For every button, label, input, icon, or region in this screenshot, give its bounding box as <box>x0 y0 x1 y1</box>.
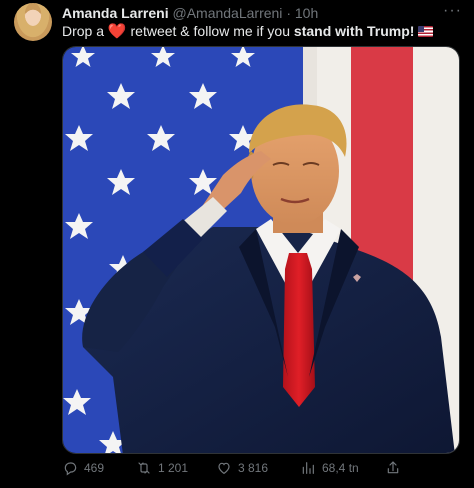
retweet-icon <box>138 462 150 474</box>
reply-count: 469 <box>84 461 105 475</box>
retweet-count: 1 201 <box>158 461 189 475</box>
views-button[interactable]: 68,4 tn <box>300 460 359 476</box>
author-handle[interactable]: @AmandaLarreni <box>172 5 282 21</box>
share-icon <box>387 461 399 474</box>
tweet[interactable]: Amanda Larreni @AmandaLarreni · 10h ··· … <box>0 0 474 488</box>
like-button[interactable]: 3 816 <box>216 460 268 476</box>
views-icon <box>302 462 314 474</box>
tweet-header: Amanda Larreni @AmandaLarreni · 10h <box>62 4 318 22</box>
tweet-text-bold: stand with Trump! <box>293 23 415 39</box>
like-count: 3 816 <box>238 461 269 475</box>
reply-button[interactable]: 469 <box>62 460 104 476</box>
us-flag-emoji <box>418 26 434 37</box>
tweet-actions: 469 1 201 3 816 68,4 tn <box>62 460 462 482</box>
avatar[interactable] <box>14 3 52 41</box>
author-name[interactable]: Amanda Larreni <box>62 5 169 21</box>
views-count: 68,4 tn <box>322 461 359 475</box>
separator-dot: · <box>286 5 291 21</box>
photo-saluting-man <box>63 47 459 453</box>
retweet-button[interactable]: 1 201 <box>136 460 188 476</box>
timestamp[interactable]: 10h <box>295 5 318 21</box>
more-options-icon[interactable]: ··· <box>443 2 462 20</box>
tweet-photo[interactable] <box>62 46 460 454</box>
reply-icon <box>64 462 77 476</box>
tweet-text-part: retweet & follow me if you <box>126 23 294 39</box>
tweet-text-part: Drop a <box>62 23 108 39</box>
heart-icon <box>218 462 230 475</box>
tweet-text: Drop a ❤️ retweet & follow me if you sta… <box>62 22 434 41</box>
share-button[interactable] <box>385 460 401 476</box>
red-heart-emoji: ❤️ <box>107 23 127 40</box>
